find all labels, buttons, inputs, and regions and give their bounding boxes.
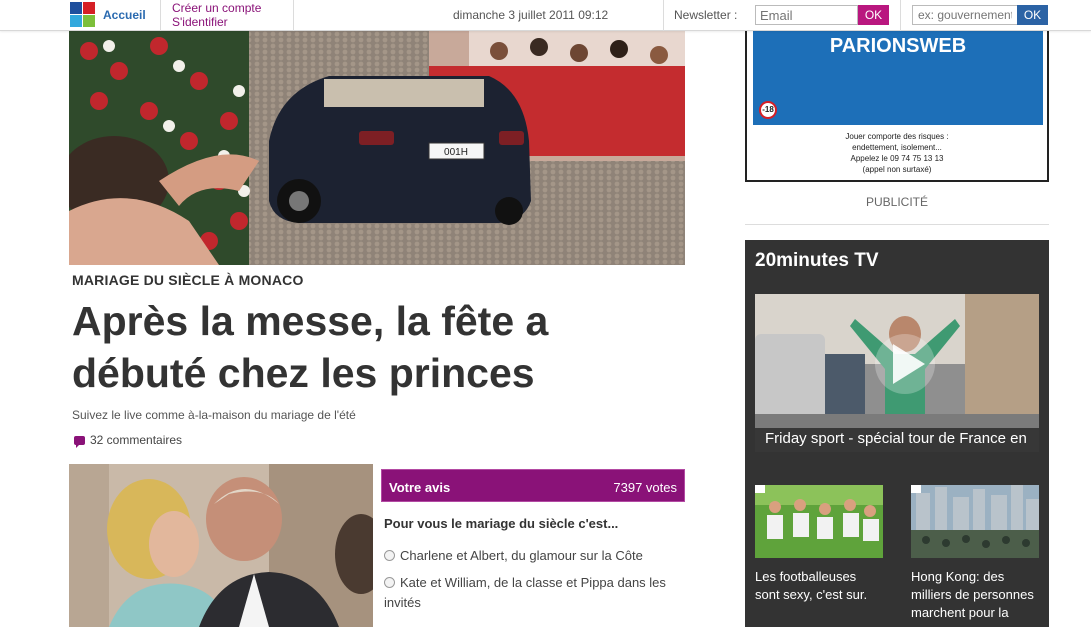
hero-photo-illustration: 001H: [69, 31, 685, 265]
current-datetime: dimanche 3 juillet 2011 09:12: [453, 8, 609, 22]
video-thumbnail[interactable]: [911, 485, 1039, 558]
age-restriction-icon: -18: [759, 101, 777, 119]
poll-radio-button[interactable]: [384, 577, 395, 588]
newsletter-email-input[interactable]: [755, 5, 858, 25]
ad-notice-line: Appelez le 09 74 75 13 13: [850, 154, 944, 163]
account-links: Créer un compte S'identifier: [172, 1, 261, 29]
poll-question: Pour vous le mariage du siècle c'est...: [384, 516, 619, 531]
top-bar: Accueil Créer un compte S'identifier dim…: [0, 0, 1091, 31]
poll-option[interactable]: Kate et William, de la classe et Pippa d…: [384, 573, 684, 613]
login-link[interactable]: S'identifier: [172, 15, 261, 29]
featured-video-caption[interactable]: Friday sport - spécial tour de France en: [755, 428, 1039, 452]
home-link[interactable]: Accueil: [103, 8, 146, 22]
hero-photo[interactable]: 001H: [69, 31, 685, 265]
create-account-link[interactable]: Créer un compte: [172, 1, 261, 15]
poll-vote-count: 7397 votes: [613, 480, 677, 495]
article-kicker[interactable]: MARIAGE DU SIÈCLE À MONACO: [72, 272, 304, 288]
video-thumbnail-caption[interactable]: Les footballeuses sont sexy, c'est sur.: [755, 568, 883, 604]
poll-option[interactable]: Charlene et Albert, du glamour sur la Cô…: [384, 546, 684, 566]
video-thumbnail[interactable]: [755, 485, 883, 558]
site-logo-icon[interactable]: [70, 2, 96, 28]
newsletter-label: Newsletter :: [674, 8, 738, 22]
poll-option-label: Charlene et Albert, du glamour sur la Cô…: [400, 548, 643, 563]
poll-header: Votre avis 7397 votes: [381, 469, 685, 502]
article-headline[interactable]: Après la messe, la fête a débuté chez le…: [72, 295, 672, 399]
search-ok-button[interactable]: OK: [1017, 5, 1048, 25]
comments-count: 32 commentaires: [90, 433, 183, 447]
ad-label: PUBLICITÉ: [865, 195, 928, 209]
ad-brand-name: PARIONSWEB: [829, 35, 967, 57]
poll-option-label: Kate et William, de la classe et Pippa d…: [384, 575, 666, 610]
poll-title: Votre avis: [389, 480, 451, 495]
kiss-photo-illustration: [69, 464, 373, 627]
divider: [900, 0, 901, 31]
divider: [293, 0, 294, 31]
divider: [745, 224, 1049, 225]
article-subtitle: Suivez le live comme à-la-maison du mari…: [72, 408, 356, 422]
ad-notice-line: endettement, isolement...: [852, 143, 942, 152]
poll-radio-button[interactable]: [384, 550, 395, 561]
ad-brand-band: PARIONSWEB -18: [753, 31, 1043, 125]
license-plate: 001H: [444, 147, 468, 158]
comments-link[interactable]: 32 commentaires: [74, 433, 183, 448]
thumbnail-illustration: [911, 485, 1039, 558]
advertisement-banner[interactable]: PARIONSWEB -18 Jouer comporte des risque…: [745, 31, 1049, 182]
thumbnail-illustration: [755, 485, 883, 558]
tv-section-title[interactable]: 20minutes TV: [755, 250, 879, 272]
divider: [160, 0, 161, 31]
wedding-kiss-photo[interactable]: [69, 464, 373, 627]
ad-notice-line: (appel non surtaxé): [862, 165, 932, 174]
ad-notice-line: Jouer comporte des risques :: [845, 132, 949, 141]
video-thumbnail-caption[interactable]: Hong Kong: des milliers de personnes mar…: [911, 568, 1039, 622]
ad-legal-notice: Jouer comporte des risques : endettement…: [747, 131, 1047, 175]
newsletter-ok-button[interactable]: OK: [858, 5, 889, 25]
divider: [663, 0, 664, 31]
search-input[interactable]: [912, 5, 1018, 25]
tv-section: 20minutes TV Friday sport - spécial tour…: [745, 240, 1049, 627]
comment-bubble-icon: [74, 436, 85, 448]
